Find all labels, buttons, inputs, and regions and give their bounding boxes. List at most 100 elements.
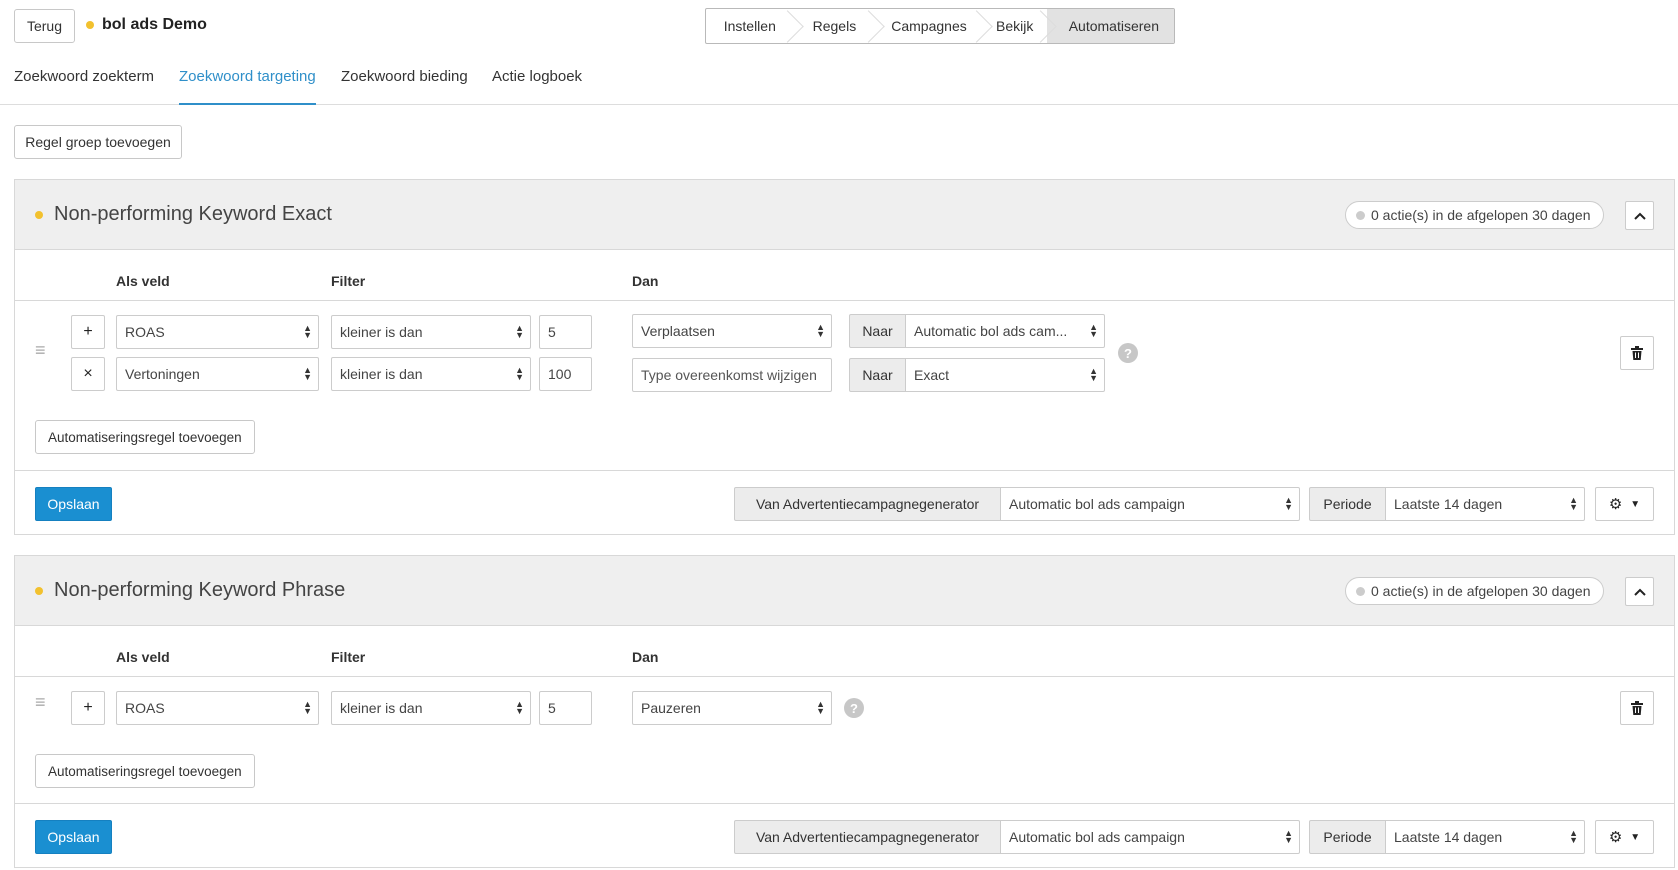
source-campaign-select[interactable]: Automatic bol ads campaign ▲ ▼ (1000, 487, 1300, 521)
step-campagnes[interactable]: Campagnes (875, 9, 982, 43)
app-title: bol ads Demo (86, 16, 207, 34)
actions-count-text: 0 actie(s) in de afgelopen 30 dagen (1371, 207, 1591, 223)
value-input[interactable] (539, 691, 592, 725)
sort-arrows-icon: ▲ ▼ (303, 699, 312, 716)
filter-select[interactable]: kleiner is dan ▲ ▼ (331, 691, 531, 725)
sort-arrows-icon: ▲ ▼ (303, 365, 312, 382)
back-button[interactable]: Terug (14, 9, 75, 43)
source-addon-label: Van Advertentiecampagnegenerator (734, 820, 1001, 854)
rule-group-panel: Non-performing Keyword Phrase 0 actie(s)… (14, 555, 1675, 868)
remove-condition-button[interactable]: × (71, 357, 105, 391)
app-title-text: bol ads Demo (102, 16, 207, 33)
sort-arrows-icon: ▲ ▼ (816, 699, 825, 716)
delete-rule-button[interactable] (1620, 336, 1654, 370)
sort-arrows-icon: ▲ ▼ (1569, 495, 1578, 512)
gear-icon: ⚙ (1608, 829, 1623, 846)
collapse-button[interactable] (1625, 577, 1654, 606)
action-select-value: Verplaatsen (641, 323, 715, 339)
save-button[interactable]: Opslaan (35, 820, 112, 854)
status-dot-icon (35, 586, 43, 595)
trash-icon (1631, 346, 1643, 360)
sort-arrows-icon: ▲ ▼ (1284, 495, 1293, 512)
period-select-value: Laatste 14 dagen (1394, 496, 1503, 512)
sort-arrows-icon: ▲ ▼ (1089, 322, 1098, 339)
rule-group-panel: Non-performing Keyword Exact 0 actie(s) … (14, 179, 1675, 535)
col-head-field: Als veld (116, 649, 170, 665)
gear-icon: ⚙ (1608, 496, 1623, 513)
tab-bar: Zoekwoord zoekterm Zoekwoord targeting Z… (0, 62, 1678, 105)
actions-count-badge: 0 actie(s) in de afgelopen 30 dagen (1345, 577, 1604, 605)
step-regels[interactable]: Regels (794, 9, 876, 43)
column-headers: Als veld Filter Dan (15, 626, 1674, 677)
field-select[interactable]: ROAS ▲ ▼ (116, 315, 319, 349)
help-icon[interactable]: ? (844, 698, 864, 718)
add-automation-rule-button[interactable]: Automatiseringsregel toevoegen (35, 420, 255, 454)
tab-actie-logboek[interactable]: Actie logboek (492, 62, 582, 105)
field-select[interactable]: Vertoningen ▲ ▼ (116, 357, 319, 391)
period-select-value: Laatste 14 dagen (1394, 829, 1503, 845)
panel-title: Non-performing Keyword Exact (35, 203, 332, 226)
trash-icon (1631, 701, 1643, 715)
sort-arrows-icon: ▲ ▼ (1089, 366, 1098, 383)
value-input[interactable] (539, 357, 592, 391)
step-instellen[interactable]: Instellen (706, 9, 794, 43)
match-type-input[interactable] (632, 358, 832, 392)
add-condition-button[interactable]: + (71, 315, 105, 349)
match-type-value: Exact (914, 367, 950, 383)
period-select[interactable]: Laatste 14 dagen ▲ ▼ (1385, 820, 1585, 854)
filter-select[interactable]: kleiner is dan ▲ ▼ (331, 357, 531, 391)
source-campaign-select[interactable]: Automatic bol ads campaign ▲ ▼ (1000, 820, 1300, 854)
source-campaign-value: Automatic bol ads campaign (1009, 829, 1185, 845)
tab-zoekwoord-bieding[interactable]: Zoekwoord bieding (341, 62, 468, 105)
help-icon[interactable]: ? (1118, 343, 1138, 363)
field-select[interactable]: ROAS ▲ ▼ (116, 691, 319, 725)
action-select[interactable]: Verplaatsen ▲ ▼ (632, 314, 832, 348)
settings-dropdown-button[interactable]: ⚙ ▼ (1595, 820, 1654, 854)
period-select[interactable]: Laatste 14 dagen ▲ ▼ (1385, 487, 1585, 521)
chevron-up-icon (1633, 588, 1646, 596)
sort-arrows-icon: ▲ ▼ (1569, 828, 1578, 845)
save-button[interactable]: Opslaan (35, 487, 112, 521)
status-dot-icon (35, 210, 43, 219)
match-type-select[interactable]: Exact ▲ ▼ (905, 358, 1105, 392)
tab-zoekwoord-targeting[interactable]: Zoekwoord targeting (179, 62, 316, 105)
field-select-value: ROAS (125, 324, 165, 340)
action-select-value: Pauzeren (641, 700, 701, 716)
caret-down-icon: ▼ (1630, 831, 1641, 843)
to-addon-label: Naar (849, 358, 906, 392)
sort-arrows-icon: ▲ ▼ (816, 322, 825, 339)
filter-select[interactable]: kleiner is dan ▲ ▼ (331, 315, 531, 349)
collapse-button[interactable] (1625, 201, 1654, 230)
panel-title-text: Non-performing Keyword Phrase (54, 579, 346, 601)
step-automatiseren[interactable]: Automatiseren (1046, 9, 1174, 43)
panel-footer: Opslaan Van Advertentiecampagnegenerator… (15, 470, 1674, 535)
col-head-filter: Filter (331, 649, 366, 665)
tab-zoekwoord-zoekterm[interactable]: Zoekwoord zoekterm (14, 62, 154, 105)
settings-dropdown-button[interactable]: ⚙ ▼ (1595, 487, 1654, 521)
col-head-filter: Filter (331, 273, 366, 289)
target-campaign-select[interactable]: Automatic bol ads cam... ▲ ▼ (905, 314, 1105, 348)
add-condition-button[interactable]: + (71, 691, 105, 725)
drag-handle-icon[interactable]: ≡ (35, 692, 46, 713)
panel-title-text: Non-performing Keyword Exact (54, 203, 332, 225)
add-rule-group-button[interactable]: Regel groep toevoegen (14, 125, 182, 159)
status-dot-icon (86, 21, 94, 29)
drag-handle-icon[interactable]: ≡ (35, 340, 46, 361)
actions-count-text: 0 actie(s) in de afgelopen 30 dagen (1371, 583, 1591, 599)
sort-arrows-icon: ▲ ▼ (303, 323, 312, 340)
to-addon-label: Naar (849, 314, 906, 348)
source-campaign-value: Automatic bol ads campaign (1009, 496, 1185, 512)
column-headers: Als veld Filter Dan (15, 250, 1674, 301)
action-select[interactable]: Pauzeren ▲ ▼ (632, 691, 832, 725)
filter-select-value: kleiner is dan (340, 700, 423, 716)
value-input[interactable] (539, 315, 592, 349)
period-addon-label: Periode (1309, 820, 1386, 854)
col-head-then: Dan (632, 649, 659, 665)
caret-down-icon: ▼ (1630, 498, 1641, 510)
period-addon-label: Periode (1309, 487, 1386, 521)
delete-rule-button[interactable] (1620, 691, 1654, 725)
sort-arrows-icon: ▲ ▼ (515, 323, 524, 340)
actions-count-badge: 0 actie(s) in de afgelopen 30 dagen (1345, 201, 1604, 229)
add-automation-rule-button[interactable]: Automatiseringsregel toevoegen (35, 754, 255, 788)
target-campaign-value: Automatic bol ads cam... (914, 323, 1068, 339)
